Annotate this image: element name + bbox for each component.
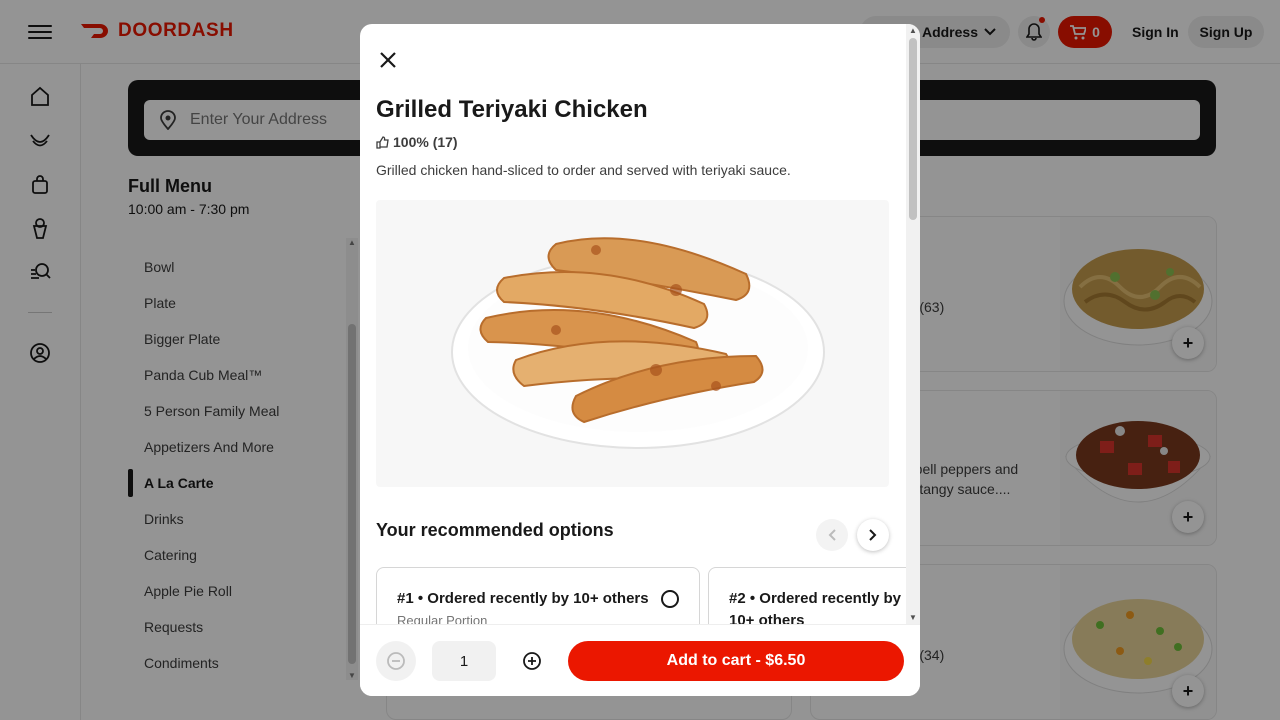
option-label: #1 • Ordered recently by 10+ others xyxy=(397,590,649,607)
modal-scroll-thumb[interactable] xyxy=(909,38,917,220)
chevron-left-icon xyxy=(828,529,836,541)
scroll-up-arrow-icon[interactable]: ▲ xyxy=(909,26,917,35)
recommended-option-card[interactable]: #2 • Ordered recently by 10+ others xyxy=(708,567,906,624)
quantity-value[interactable]: 1 xyxy=(432,641,496,681)
chevron-right-icon xyxy=(869,529,877,541)
close-icon xyxy=(380,52,396,68)
close-button[interactable] xyxy=(376,48,400,72)
decrease-quantity-button[interactable] xyxy=(376,641,416,681)
recommended-options-title: Your recommended options xyxy=(376,520,614,540)
modal-scrollbar[interactable]: ▲ ▼ xyxy=(906,24,920,624)
option-radio[interactable] xyxy=(661,590,679,608)
thumbs-up-icon xyxy=(376,135,389,149)
item-rating: 100% (17) xyxy=(376,134,458,150)
add-to-cart-button[interactable]: Add to cart - $6.50 xyxy=(568,641,904,681)
minus-circle-icon xyxy=(387,652,405,670)
grilled-teriyaki-chicken-image xyxy=(376,200,889,487)
next-option-button[interactable] xyxy=(857,519,889,551)
rating-value: 100% (17) xyxy=(393,134,458,150)
increase-quantity-button[interactable] xyxy=(512,641,552,681)
option-sub: Regular Portion xyxy=(397,613,488,624)
item-description: Grilled chicken hand-sliced to order and… xyxy=(376,162,791,178)
recommended-option-card[interactable]: #1 • Ordered recently by 10+ others Regu… xyxy=(376,567,700,624)
previous-option-button[interactable] xyxy=(816,519,848,551)
option-label: #2 • Ordered recently by 10+ others xyxy=(729,590,901,624)
item-title: Grilled Teriyaki Chicken xyxy=(376,96,648,123)
modal-content: Grilled Teriyaki Chicken 100% (17) Grill… xyxy=(360,24,906,624)
scroll-down-arrow-icon[interactable]: ▼ xyxy=(909,613,917,622)
item-detail-modal: Grilled Teriyaki Chicken 100% (17) Grill… xyxy=(360,24,920,696)
modal-footer: 1 Add to cart - $6.50 xyxy=(360,624,920,696)
plus-circle-icon xyxy=(523,652,541,670)
